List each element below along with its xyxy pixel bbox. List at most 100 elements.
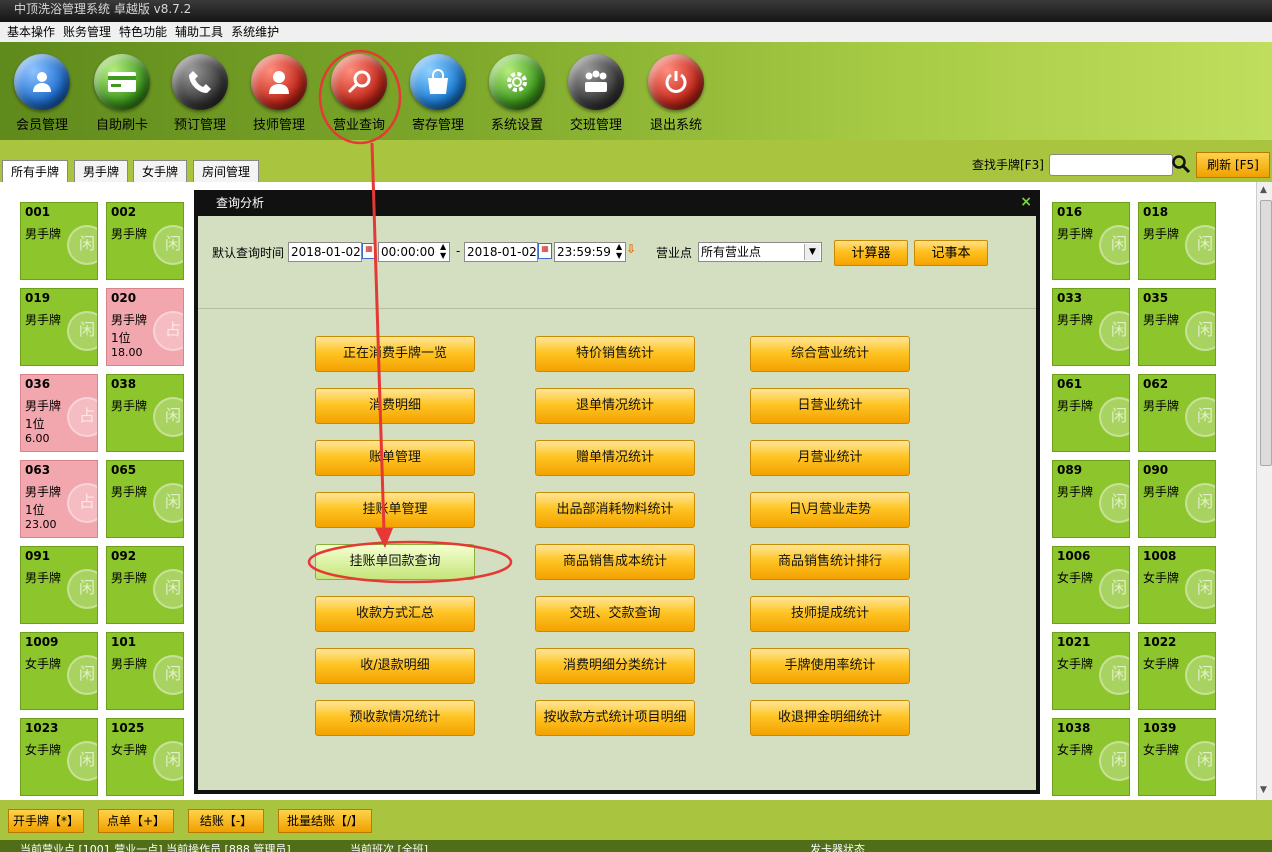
card-number: 019 — [25, 291, 51, 305]
card-tile[interactable]: 016 男手牌闲 — [1052, 202, 1130, 280]
card-tile[interactable]: 020 男手牌 1位 18.00 占 — [106, 288, 184, 366]
query-button[interactable]: 特价销售统计 — [535, 336, 695, 372]
query-button[interactable]: 出品部消耗物料统计 — [535, 492, 695, 528]
notepad-button[interactable]: 记事本 — [914, 240, 988, 266]
card-tile[interactable]: 1039 女手牌闲 — [1138, 718, 1216, 796]
menu-features[interactable]: 特色功能 — [115, 22, 171, 42]
card-tile[interactable]: 018 男手牌闲 — [1138, 202, 1216, 280]
card-tile[interactable]: 038 男手牌闲 — [106, 374, 184, 452]
query-button[interactable]: 挂账单管理 — [315, 492, 475, 528]
query-button[interactable]: 手牌使用率统计 — [750, 648, 910, 684]
toolbar-label: 退出系统 — [649, 118, 702, 133]
card-tile[interactable]: 101 男手牌闲 — [106, 632, 184, 710]
query-button[interactable]: 技师提成统计 — [750, 596, 910, 632]
toolbar-technician-button[interactable]: 技师管理 — [239, 54, 319, 133]
scroll-up-icon[interactable]: ▲ — [1260, 185, 1267, 195]
location-select[interactable]: 所有营业点 ▼ — [698, 242, 822, 262]
card-tile[interactable]: 1038 女手牌闲 — [1052, 718, 1130, 796]
chevron-down-icon[interactable]: ▼ — [804, 244, 820, 260]
toolbar-shift-button[interactable]: 交班管理 — [556, 54, 636, 133]
vertical-scrollbar[interactable]: ▲ ▼ — [1256, 182, 1272, 800]
card-tile[interactable]: 1008 女手牌闲 — [1138, 546, 1216, 624]
card-tile[interactable]: 001 男手牌闲 — [20, 202, 98, 280]
card-tile[interactable]: 1025 女手牌闲 — [106, 718, 184, 796]
card-number: 016 — [1057, 205, 1083, 219]
tab-all-cards[interactable]: 所有手牌 — [2, 160, 69, 182]
query-button[interactable]: 商品销售成本统计 — [535, 544, 695, 580]
card-tile[interactable]: 065 男手牌闲 — [106, 460, 184, 538]
card-tile[interactable]: 090 男手牌闲 — [1138, 460, 1216, 538]
query-button[interactable]: 收款方式汇总 — [315, 596, 475, 632]
menu-tools[interactable]: 辅助工具 — [171, 22, 227, 42]
free-watermark-icon: 闲 — [1099, 225, 1129, 265]
toolbar-business-query-button[interactable]: 营业查询 — [319, 54, 399, 133]
tab-male-cards[interactable]: 男手牌 — [74, 160, 129, 182]
query-button[interactable]: 账单管理 — [315, 440, 475, 476]
query-button-selected[interactable]: 挂账单回款查询 — [315, 544, 475, 580]
close-icon[interactable]: × — [1020, 194, 1032, 210]
toolbar-exit-button[interactable]: 退出系统 — [636, 54, 716, 133]
checkout-button[interactable]: 结账【-】 — [188, 809, 264, 833]
toolbar-member-button[interactable]: 会员管理 — [2, 54, 82, 133]
card-tile[interactable]: 062 男手牌闲 — [1138, 374, 1216, 452]
query-button[interactable]: 赠单情况统计 — [535, 440, 695, 476]
card-type: 女手牌 — [1143, 571, 1180, 585]
batch-checkout-button[interactable]: 批量结账【/】 — [278, 809, 372, 833]
query-button[interactable]: 预收款情况统计 — [315, 700, 475, 736]
refresh-button[interactable]: 刷新 [F5] — [1196, 152, 1270, 178]
card-tile[interactable]: 092 男手牌闲 — [106, 546, 184, 624]
menu-basic-ops[interactable]: 基本操作 — [3, 22, 59, 42]
card-tile[interactable]: 061 男手牌闲 — [1052, 374, 1130, 452]
order-button[interactable]: 点单【+】 — [98, 809, 174, 833]
toolbar-self-card-button[interactable]: 自助刷卡 — [82, 54, 162, 133]
query-button[interactable]: 交班、交款查询 — [535, 596, 695, 632]
query-button[interactable]: 日\月营业走势 — [750, 492, 910, 528]
query-button[interactable]: 消费明细分类统计 — [535, 648, 695, 684]
card-tile[interactable]: 036 男手牌 1位 6.00 占 — [20, 374, 98, 452]
card-tile[interactable]: 035 男手牌闲 — [1138, 288, 1216, 366]
query-button[interactable]: 商品销售统计排行 — [750, 544, 910, 580]
card-tile[interactable]: 1009 女手牌闲 — [20, 632, 98, 710]
card-tile[interactable]: 091 男手牌闲 — [20, 546, 98, 624]
card-tile[interactable]: 1023 女手牌闲 — [20, 718, 98, 796]
toolbar-settings-button[interactable]: 系统设置 — [477, 54, 557, 133]
spinner-icon[interactable]: ▲ ▼ — [616, 242, 622, 260]
end-date-field[interactable]: 2018-01-02 — [464, 242, 538, 262]
query-button[interactable]: 消费明细 — [315, 388, 475, 424]
query-button[interactable]: 收退押金明细统计 — [750, 700, 910, 736]
card-tile[interactable]: 1006 女手牌闲 — [1052, 546, 1130, 624]
toolbar-booking-button[interactable]: 预订管理 — [160, 54, 240, 133]
tab-female-cards[interactable]: 女手牌 — [133, 160, 188, 182]
card-tile[interactable]: 002 男手牌闲 — [106, 202, 184, 280]
card-tile[interactable]: 063 男手牌 1位 23.00 占 — [20, 460, 98, 538]
calendar-icon[interactable]: ▦ — [538, 243, 552, 259]
query-button[interactable]: 按收款方式统计项目明细 — [535, 700, 695, 736]
toolbar-storage-button[interactable]: 寄存管理 — [398, 54, 478, 133]
card-tile[interactable]: 033 男手牌闲 — [1052, 288, 1130, 366]
scroll-down-icon[interactable]: ▼ — [1260, 785, 1267, 795]
card-tile[interactable]: 089 男手牌闲 — [1052, 460, 1130, 538]
menu-maintenance[interactable]: 系统维护 — [227, 22, 283, 42]
search-icon[interactable] — [1171, 154, 1191, 174]
query-button[interactable]: 正在消费手牌一览 — [315, 336, 475, 372]
query-button[interactable]: 收/退款明细 — [315, 648, 475, 684]
menu-accounts[interactable]: 账务管理 — [59, 22, 115, 42]
query-button[interactable]: 月营业统计 — [750, 440, 910, 476]
scroll-thumb[interactable] — [1260, 200, 1272, 466]
query-button[interactable]: 综合营业统计 — [750, 336, 910, 372]
card-tile[interactable]: 1022 女手牌闲 — [1138, 632, 1216, 710]
card-tile[interactable]: 019 男手牌闲 — [20, 288, 98, 366]
query-button[interactable]: 日营业统计 — [750, 388, 910, 424]
calendar-icon[interactable]: ▦ — [362, 243, 376, 259]
spinner-icon[interactable]: ▲ ▼ — [440, 242, 446, 260]
arrow-down-icon[interactable]: ⇩ — [626, 242, 636, 256]
open-card-button[interactable]: 开手牌【*】 — [8, 809, 84, 833]
card-number: 035 — [1143, 291, 1169, 305]
find-card-input[interactable] — [1049, 154, 1173, 176]
card-tile[interactable]: 1021 女手牌闲 — [1052, 632, 1130, 710]
query-button[interactable]: 退单情况统计 — [535, 388, 695, 424]
calculator-button[interactable]: 计算器 — [834, 240, 908, 266]
card-type: 女手牌 — [1057, 743, 1094, 757]
tab-room-management[interactable]: 房间管理 — [193, 160, 260, 182]
start-date-field[interactable]: 2018-01-02 — [288, 242, 362, 262]
